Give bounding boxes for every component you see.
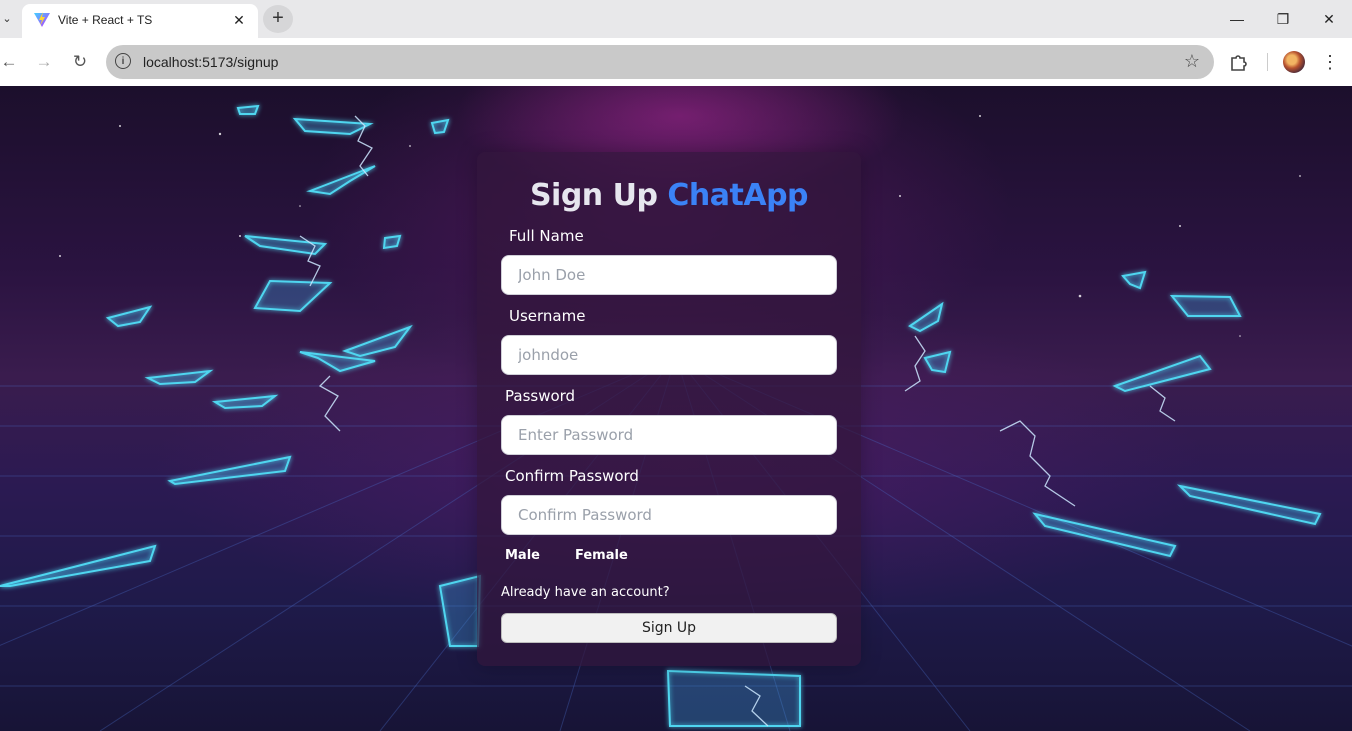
arrow-left-icon[interactable]: ← (0, 50, 21, 74)
tab-title: Vite + React + TS (58, 13, 153, 27)
url-text[interactable]: localhost:5173/signup (143, 54, 278, 70)
full-name-label: Full Name (509, 227, 584, 245)
vite-logo-icon (34, 12, 50, 27)
password-input[interactable] (501, 415, 837, 455)
info-icon[interactable]: i (115, 53, 131, 69)
plus-icon[interactable]: + (263, 5, 293, 33)
window-close-icon[interactable]: ✕ (1309, 6, 1349, 32)
puzzle-icon[interactable] (1228, 51, 1250, 73)
avatar[interactable] (1283, 51, 1305, 73)
title-text: Sign Up (529, 178, 658, 213)
restore-icon[interactable]: ❐ (1263, 6, 1303, 32)
kebab-menu-icon[interactable]: ⋮ (1320, 50, 1340, 74)
signup-page: Sign Up ChatApp Full Name Username Passw… (0, 86, 1352, 731)
address-bar[interactable]: i localhost:5173/signup ☆ (106, 45, 1214, 79)
full-name-input[interactable] (501, 255, 837, 295)
browser-tab[interactable]: Vite + React + TS ✕ (22, 4, 258, 38)
reload-icon[interactable]: ↻ (68, 50, 92, 74)
confirm-password-label: Confirm Password (505, 467, 639, 485)
close-icon[interactable]: ✕ (230, 11, 248, 29)
page-title: Sign Up ChatApp (477, 178, 861, 213)
username-input[interactable] (501, 335, 837, 375)
brand-name: ChatApp (667, 178, 809, 213)
minimize-icon[interactable]: — (1217, 6, 1257, 32)
login-link[interactable]: Already have an account? (501, 585, 670, 600)
gender-female-option[interactable]: Female (575, 548, 628, 563)
confirm-password-input[interactable] (501, 495, 837, 535)
toolbar-divider (1267, 53, 1268, 71)
password-label: Password (505, 387, 576, 405)
signup-card: Sign Up ChatApp Full Name Username Passw… (477, 152, 861, 666)
tab-strip: ⌄ Vite + React + TS ✕ + — ❐ ✕ (0, 0, 1352, 38)
signup-button[interactable]: Sign Up (501, 613, 837, 643)
star-icon[interactable]: ☆ (1184, 51, 1200, 72)
gender-male-option[interactable]: Male (505, 548, 540, 563)
chevron-down-icon[interactable]: ⌄ (0, 9, 14, 29)
username-label: Username (509, 307, 586, 325)
browser-toolbar: ← → ↻ i localhost:5173/signup ☆ ⋮ (0, 38, 1352, 87)
arrow-right-icon[interactable]: → (32, 50, 56, 74)
